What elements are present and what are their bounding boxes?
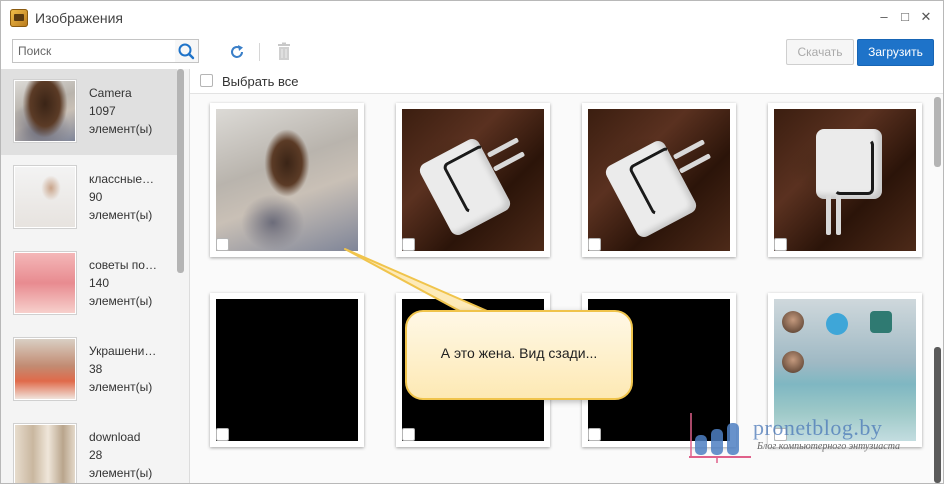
refresh-button[interactable]: [227, 42, 247, 62]
photo-card[interactable]: [210, 293, 364, 447]
album-thumbnail: [13, 251, 77, 315]
photo-checkbox[interactable]: [402, 238, 415, 251]
toolbar: Скачать Загрузить: [1, 35, 943, 70]
window-title: Изображения: [35, 10, 123, 26]
album-count: 1097: [89, 104, 116, 118]
album-count: 90: [89, 190, 103, 204]
album-item-camera[interactable]: Camera 1097 элемент(ы): [1, 69, 177, 155]
album-count: 38: [89, 362, 103, 376]
album-thumbnail: [13, 165, 77, 229]
photo-card[interactable]: [582, 103, 736, 257]
watermark-logo-icon: [689, 413, 751, 463]
select-all-label: Выбрать все: [222, 74, 299, 89]
download-button[interactable]: Скачать: [786, 39, 854, 65]
toolbar-separator: [259, 43, 260, 61]
album-item-sovety[interactable]: советы по… 140 элемент(ы): [1, 241, 177, 327]
photo-card[interactable]: [396, 103, 550, 257]
album-unit: элемент(ы): [89, 380, 153, 394]
album-item-download[interactable]: download 28 элемент(ы): [1, 413, 177, 483]
grid-scrollbar-thumb[interactable]: [934, 347, 941, 483]
album-thumbnail: [13, 337, 77, 401]
search-icon: [178, 43, 195, 60]
album-name: Украшени…: [89, 344, 157, 358]
upload-button[interactable]: Загрузить: [857, 39, 934, 66]
callout-annotation: А это жена. Вид сзади...: [405, 310, 633, 400]
trash-icon: [278, 42, 290, 60]
photo-card[interactable]: [210, 103, 364, 257]
search-box: [12, 39, 199, 63]
photo-thumbnail: [216, 109, 358, 251]
watermark-site: pronetblog.by: [753, 415, 883, 440]
album-name: советы по…: [89, 258, 157, 272]
album-name: классные…: [89, 172, 154, 186]
title-bar: Изображения – □ ✕: [1, 1, 943, 35]
sidebar-scrollbar[interactable]: [177, 69, 184, 273]
album-name: Camera: [89, 86, 132, 100]
photo-card[interactable]: [768, 103, 922, 257]
select-all-checkbox[interactable]: [200, 74, 213, 87]
album-item-klassnye[interactable]: классные… 90 элемент(ы): [1, 155, 177, 241]
search-button[interactable]: [175, 39, 199, 63]
watermark-tagline: Блог компьютерного энтузиаста: [757, 441, 901, 452]
photo-thumbnail: [588, 109, 730, 251]
photo-checkbox[interactable]: [402, 428, 415, 441]
select-all-bar: Выбрать все: [190, 69, 943, 94]
album-unit: элемент(ы): [89, 466, 153, 480]
photo-checkbox[interactable]: [588, 428, 601, 441]
album-count: 28: [89, 448, 103, 462]
album-count: 140: [89, 276, 110, 290]
album-name: download: [89, 430, 141, 444]
album-thumbnail: [13, 423, 77, 483]
grid-scrollbar-track[interactable]: [934, 97, 941, 167]
close-button[interactable]: ✕: [918, 9, 934, 25]
photo-checkbox[interactable]: [774, 238, 787, 251]
photo-checkbox[interactable]: [216, 428, 229, 441]
photo-thumbnail: [774, 109, 916, 251]
photo-checkbox[interactable]: [588, 238, 601, 251]
album-sidebar: Camera 1097 элемент(ы) классные… 90 элем…: [1, 69, 190, 483]
photos-window: Изображения – □ ✕ Поиск Скачать Загрузит…: [0, 0, 944, 484]
callout-text: А это жена. Вид сзади...: [440, 345, 598, 361]
album-unit: элемент(ы): [89, 294, 153, 308]
photo-thumbnail: [402, 109, 544, 251]
album-thumbnail: [13, 79, 77, 143]
app-icon: [10, 9, 28, 27]
delete-button[interactable]: [275, 42, 293, 62]
photo-thumbnail: [216, 299, 358, 441]
refresh-icon: [231, 45, 243, 58]
maximize-button[interactable]: □: [897, 9, 913, 25]
search-input[interactable]: [12, 39, 176, 63]
album-unit: элемент(ы): [89, 208, 153, 222]
album-item-ukrasheniya[interactable]: Украшени… 38 элемент(ы): [1, 327, 177, 413]
album-unit: элемент(ы): [89, 122, 153, 136]
photo-checkbox[interactable]: [216, 238, 229, 251]
minimize-button[interactable]: –: [876, 9, 892, 25]
